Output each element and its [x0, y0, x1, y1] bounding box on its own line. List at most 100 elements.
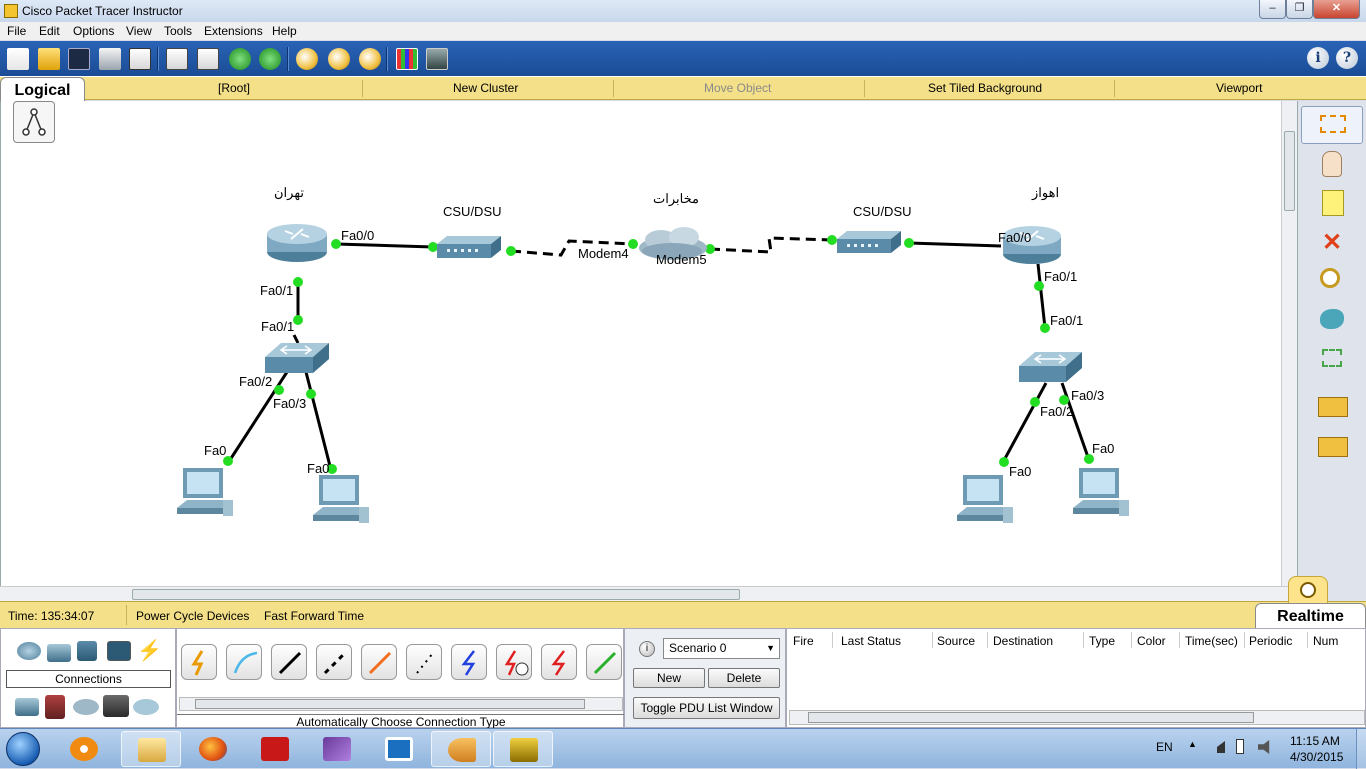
taskbar-acrobat[interactable] — [245, 731, 305, 767]
console-cable-icon[interactable] — [226, 644, 262, 680]
new-cluster-button[interactable]: New Cluster — [453, 81, 518, 95]
undo-icon[interactable] — [229, 48, 251, 70]
serial-dte-icon[interactable] — [541, 644, 577, 680]
minimize-button[interactable]: – — [1259, 0, 1286, 19]
start-button[interactable] — [6, 732, 40, 766]
zoom-in-icon[interactable] — [296, 48, 318, 70]
col-fire[interactable]: Fire — [793, 634, 814, 648]
fast-forward-time-button[interactable]: Fast Forward Time — [264, 609, 364, 623]
root-breadcrumb[interactable]: [Root] — [218, 81, 250, 95]
connections-category-icon[interactable]: ⚡ — [137, 641, 162, 661]
draw-shape-icon[interactable] — [1316, 305, 1348, 335]
clock-date[interactable]: 4/30/2015 — [1290, 750, 1343, 764]
palette-icon[interactable] — [396, 48, 418, 70]
volume-muted-icon[interactable] — [1258, 740, 1270, 754]
col-time[interactable]: Time(sec) — [1185, 634, 1238, 648]
col-num[interactable]: Num — [1313, 634, 1338, 648]
taskbar-packet-tracer[interactable] — [493, 731, 553, 767]
fiber-cable-icon[interactable] — [361, 644, 397, 680]
wan-emulation-category-icon[interactable] — [73, 699, 99, 715]
scroll-thumb[interactable] — [1284, 131, 1295, 211]
menu-file[interactable]: File — [7, 24, 26, 38]
logical-workspace-canvas[interactable]: تهران CSU/DSU مخابرات CSU/DSU اهواز Fa0/… — [0, 101, 1282, 586]
security-category-icon[interactable] — [45, 695, 65, 719]
canvas-horizontal-scrollbar[interactable] — [0, 586, 1297, 601]
delete-icon[interactable]: ✕ — [1316, 228, 1348, 258]
csu-dsu-tehran-icon[interactable] — [437, 236, 501, 258]
multiuser-category-icon[interactable] — [133, 699, 159, 715]
print-icon[interactable] — [99, 48, 121, 70]
pc-tehran-2-icon[interactable] — [313, 475, 369, 523]
resize-shape-icon[interactable] — [1316, 345, 1348, 375]
copper-straight-through-icon[interactable] — [271, 644, 307, 680]
language-indicator[interactable]: EN — [1156, 740, 1173, 754]
pc-tehran-1-icon[interactable] — [177, 468, 233, 516]
add-complex-pdu-icon[interactable] — [1316, 431, 1348, 461]
taskbar-explorer[interactable] — [121, 731, 181, 767]
save-icon[interactable] — [68, 48, 90, 70]
menu-options[interactable]: Options — [73, 24, 114, 38]
scroll-thumb[interactable] — [808, 712, 1254, 723]
col-periodic[interactable]: Periodic — [1249, 634, 1292, 648]
pc-ahvaz-1-icon[interactable] — [957, 475, 1013, 523]
close-button[interactable]: ✕ — [1313, 0, 1360, 19]
col-type[interactable]: Type — [1089, 634, 1115, 648]
move-object-button[interactable]: Move Object — [704, 81, 771, 95]
col-source[interactable]: Source — [937, 634, 975, 648]
taskbar-key-app[interactable] — [431, 731, 491, 767]
select-tool-icon[interactable] — [1301, 106, 1363, 144]
new-file-icon[interactable] — [7, 48, 29, 70]
auto-connection-icon[interactable] — [181, 644, 217, 680]
switch-tehran-icon[interactable] — [265, 343, 329, 373]
copy-icon[interactable] — [166, 48, 188, 70]
zoom-out-icon[interactable] — [359, 48, 381, 70]
power-cycle-devices-button[interactable]: Power Cycle Devices — [136, 609, 249, 623]
copper-cross-over-icon[interactable] — [316, 644, 352, 680]
octal-cable-icon[interactable] — [586, 644, 622, 680]
show-desktop-button[interactable] — [1356, 729, 1366, 769]
logical-tab[interactable]: Logical — [0, 77, 85, 102]
taskbar-app[interactable] — [369, 731, 429, 767]
wireless-category-icon[interactable] — [107, 641, 131, 661]
taskbar-media-player[interactable] — [56, 731, 112, 767]
phone-cable-icon[interactable] — [406, 644, 442, 680]
switch-ahvaz-icon[interactable] — [1019, 352, 1082, 382]
inspect-magnifier-icon[interactable] — [1316, 266, 1348, 296]
set-tiled-background-button[interactable]: Set Tiled Background — [928, 81, 1042, 95]
network-signal-icon[interactable] — [1209, 741, 1225, 753]
scenario-info-icon[interactable]: i — [639, 641, 655, 657]
help-icon[interactable]: ? — [1336, 47, 1358, 69]
router-tehran-icon[interactable] — [267, 224, 327, 262]
menu-view[interactable]: View — [126, 24, 152, 38]
add-simple-pdu-icon[interactable] — [1316, 391, 1348, 421]
coaxial-cable-icon[interactable] — [451, 644, 487, 680]
delete-scenario-button[interactable]: Delete — [708, 668, 780, 688]
menu-extensions[interactable]: Extensions — [204, 24, 263, 38]
info-icon[interactable]: i — [1307, 47, 1329, 69]
hubs-category-icon[interactable] — [77, 641, 97, 661]
open-folder-icon[interactable] — [38, 48, 60, 70]
event-list-scrollbar[interactable] — [789, 710, 1365, 725]
col-destination[interactable]: Destination — [993, 634, 1053, 648]
new-scenario-button[interactable]: New — [633, 668, 705, 688]
col-last-status[interactable]: Last Status — [841, 634, 901, 648]
toggle-pdu-list-button[interactable]: Toggle PDU List Window — [633, 697, 780, 719]
col-color[interactable]: Color — [1137, 634, 1166, 648]
custom-devices-category-icon[interactable] — [103, 695, 129, 717]
menu-edit[interactable]: Edit — [39, 24, 60, 38]
taskbar-visual-studio[interactable] — [307, 731, 367, 767]
redo-icon[interactable] — [259, 48, 281, 70]
end-devices-category-icon[interactable] — [15, 698, 39, 716]
scenario-select[interactable]: Scenario 0 ▼ — [663, 638, 780, 659]
place-note-icon[interactable] — [1316, 188, 1348, 218]
zoom-reset-icon[interactable] — [328, 48, 350, 70]
taskbar-firefox[interactable] — [183, 731, 243, 767]
menu-tools[interactable]: Tools — [164, 24, 192, 38]
realtime-tab[interactable]: Realtime — [1255, 603, 1366, 628]
activity-wizard-icon[interactable] — [129, 48, 151, 70]
routers-category-icon[interactable] — [17, 642, 41, 660]
maximize-button[interactable]: ❐ — [1286, 0, 1313, 19]
clock-time[interactable]: 11:15 AM — [1290, 734, 1340, 748]
serial-dce-icon[interactable] — [496, 644, 532, 680]
custom-device-icon[interactable] — [426, 48, 448, 70]
